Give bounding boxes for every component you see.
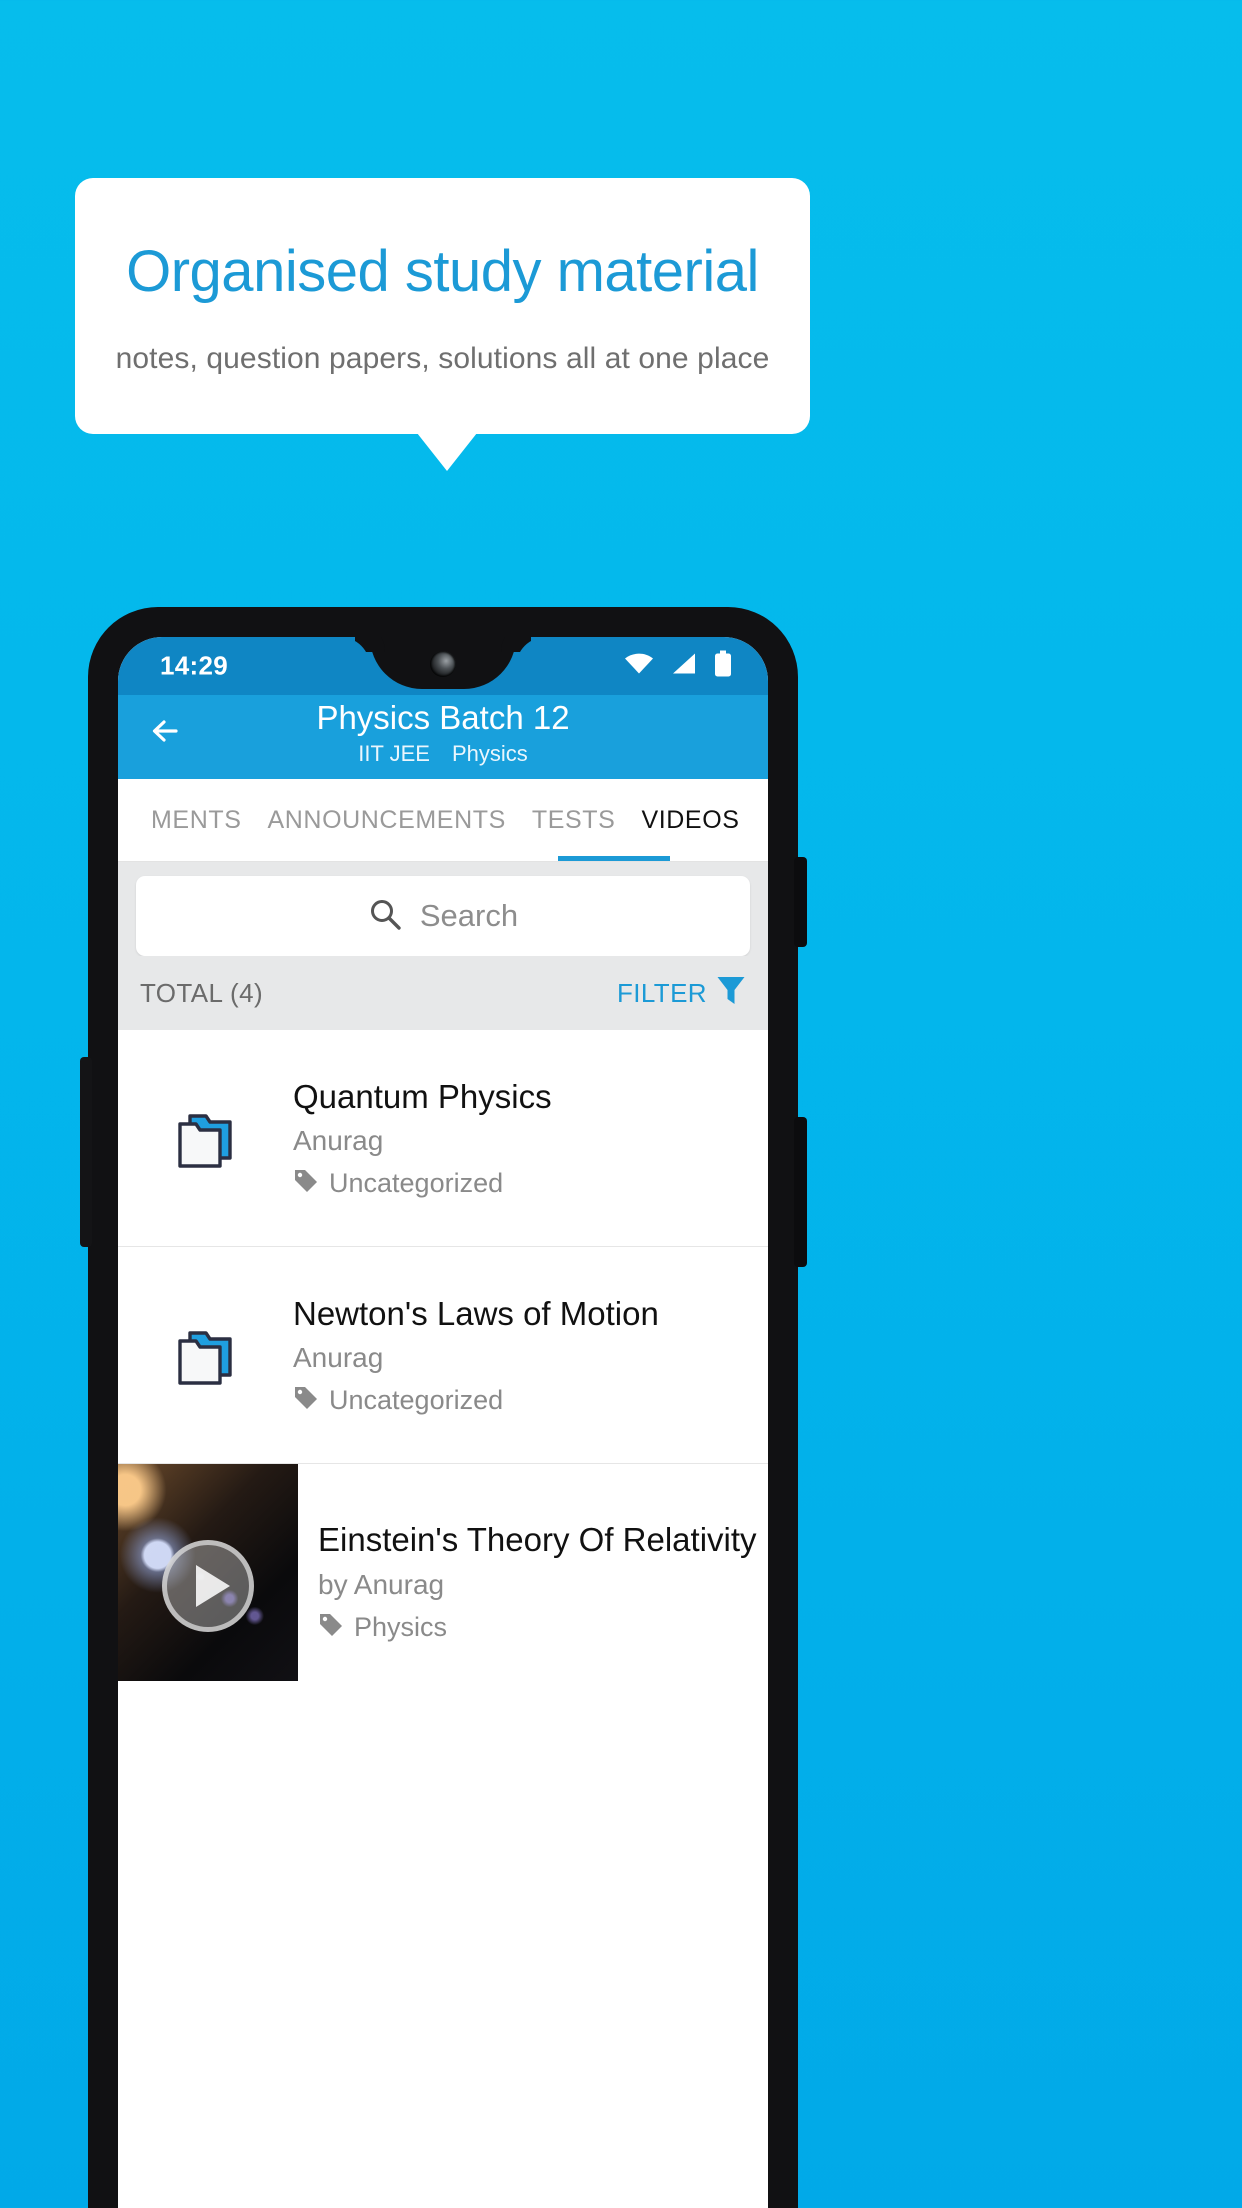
list-item-author: Anurag [293, 1342, 384, 1374]
list-item-tag-label: Physics [354, 1611, 448, 1642]
list-toolbar: TOTAL (4) FILTER [118, 956, 768, 1030]
app-bar-subtitle: IIT JEE Physics [358, 741, 528, 767]
filter-label: FILTER [616, 977, 707, 1008]
list-item-author: Anurag [293, 1125, 384, 1157]
battery-icon [714, 650, 732, 682]
search-icon [368, 897, 402, 936]
tab-bar: MENTS ANNOUNCEMENTS TESTS VIDEOS [118, 779, 768, 862]
list-item-body: Newton's Laws of Motion Anurag Uncategor… [293, 1294, 754, 1417]
list-item-tag-label: Uncategorized [329, 1385, 504, 1416]
list-item-title: Einstein's Theory Of Relativity [318, 1521, 757, 1558]
tab-videos[interactable]: VIDEOS [628, 779, 752, 861]
search-placeholder: Search [419, 898, 519, 933]
camera-notch [370, 637, 516, 689]
wifi-icon [624, 652, 654, 681]
signal-icon [671, 652, 697, 681]
phone-power-button[interactable] [794, 1117, 807, 1267]
tab-announcements[interactable]: ANNOUNCEMENTS [255, 779, 519, 861]
tab-tests[interactable]: TESTS [519, 779, 629, 861]
phone-left-button[interactable] [80, 1057, 92, 1247]
app-bar-subject: Physics [451, 740, 528, 766]
list-item-tag: Physics [318, 1612, 768, 1643]
app-bar-exam: IIT JEE [358, 740, 430, 766]
list-item-title: Newton's Laws of Motion [293, 1294, 659, 1332]
funnel-icon [716, 975, 746, 1012]
video-thumbnail[interactable] [118, 1464, 298, 1681]
speech-bubble-tail [417, 432, 477, 471]
app-bar-title: Physics Batch 12 [316, 699, 570, 737]
list-item[interactable]: Newton's Laws of Motion Anurag Uncategor… [118, 1247, 768, 1464]
front-camera-icon [430, 651, 456, 677]
folder-icon [118, 1100, 293, 1176]
folder-icon [118, 1317, 293, 1393]
list-item-tag-label: Uncategorized [329, 1168, 504, 1199]
list-item[interactable]: Einstein's Theory Of Relativity by Anura… [118, 1464, 768, 1681]
tag-icon [318, 1612, 344, 1643]
list-item-tag: Uncategorized [293, 1385, 744, 1416]
tag-icon [293, 1385, 319, 1416]
tab-assignments[interactable]: MENTS [138, 779, 255, 861]
page-title: Organised study material [126, 239, 759, 304]
list-item[interactable]: Quantum Physics Anurag Uncategorized [118, 1030, 768, 1247]
phone-mockup: 14:29 Physics Batch 12 IIT JEE Physics M… [80, 607, 807, 2208]
search-area: Search [118, 862, 768, 956]
promo-card: Organised study material notes, question… [75, 178, 810, 471]
list-item-body: Quantum Physics Anurag Uncategorized [293, 1077, 754, 1200]
total-count-label: TOTAL (4) [140, 977, 264, 1008]
content-list: Quantum Physics Anurag Uncategorized New… [118, 1030, 768, 1681]
page-subtitle: notes, question papers, solutions all at… [115, 341, 770, 375]
search-input[interactable]: Search [136, 876, 750, 956]
tab-active-indicator [558, 856, 670, 861]
play-icon[interactable] [162, 1539, 254, 1632]
list-item-tag: Uncategorized [293, 1168, 744, 1199]
status-time: 14:29 [160, 650, 228, 681]
phone-screen: 14:29 Physics Batch 12 IIT JEE Physics M… [118, 637, 768, 2208]
app-bar: Physics Batch 12 IIT JEE Physics [118, 695, 768, 779]
filter-button[interactable]: FILTER [617, 975, 746, 1012]
list-item-author: by Anurag [318, 1568, 445, 1600]
phone-volume-button[interactable] [794, 857, 807, 947]
back-arrow-icon[interactable] [144, 709, 188, 753]
status-icons [624, 650, 732, 682]
promo-card-body: Organised study material notes, question… [75, 178, 810, 434]
list-item-title: Quantum Physics [293, 1077, 552, 1115]
status-bar: 14:29 [118, 637, 768, 695]
list-item-body: Einstein's Theory Of Relativity by Anura… [298, 1464, 768, 1681]
tag-icon [293, 1168, 319, 1199]
